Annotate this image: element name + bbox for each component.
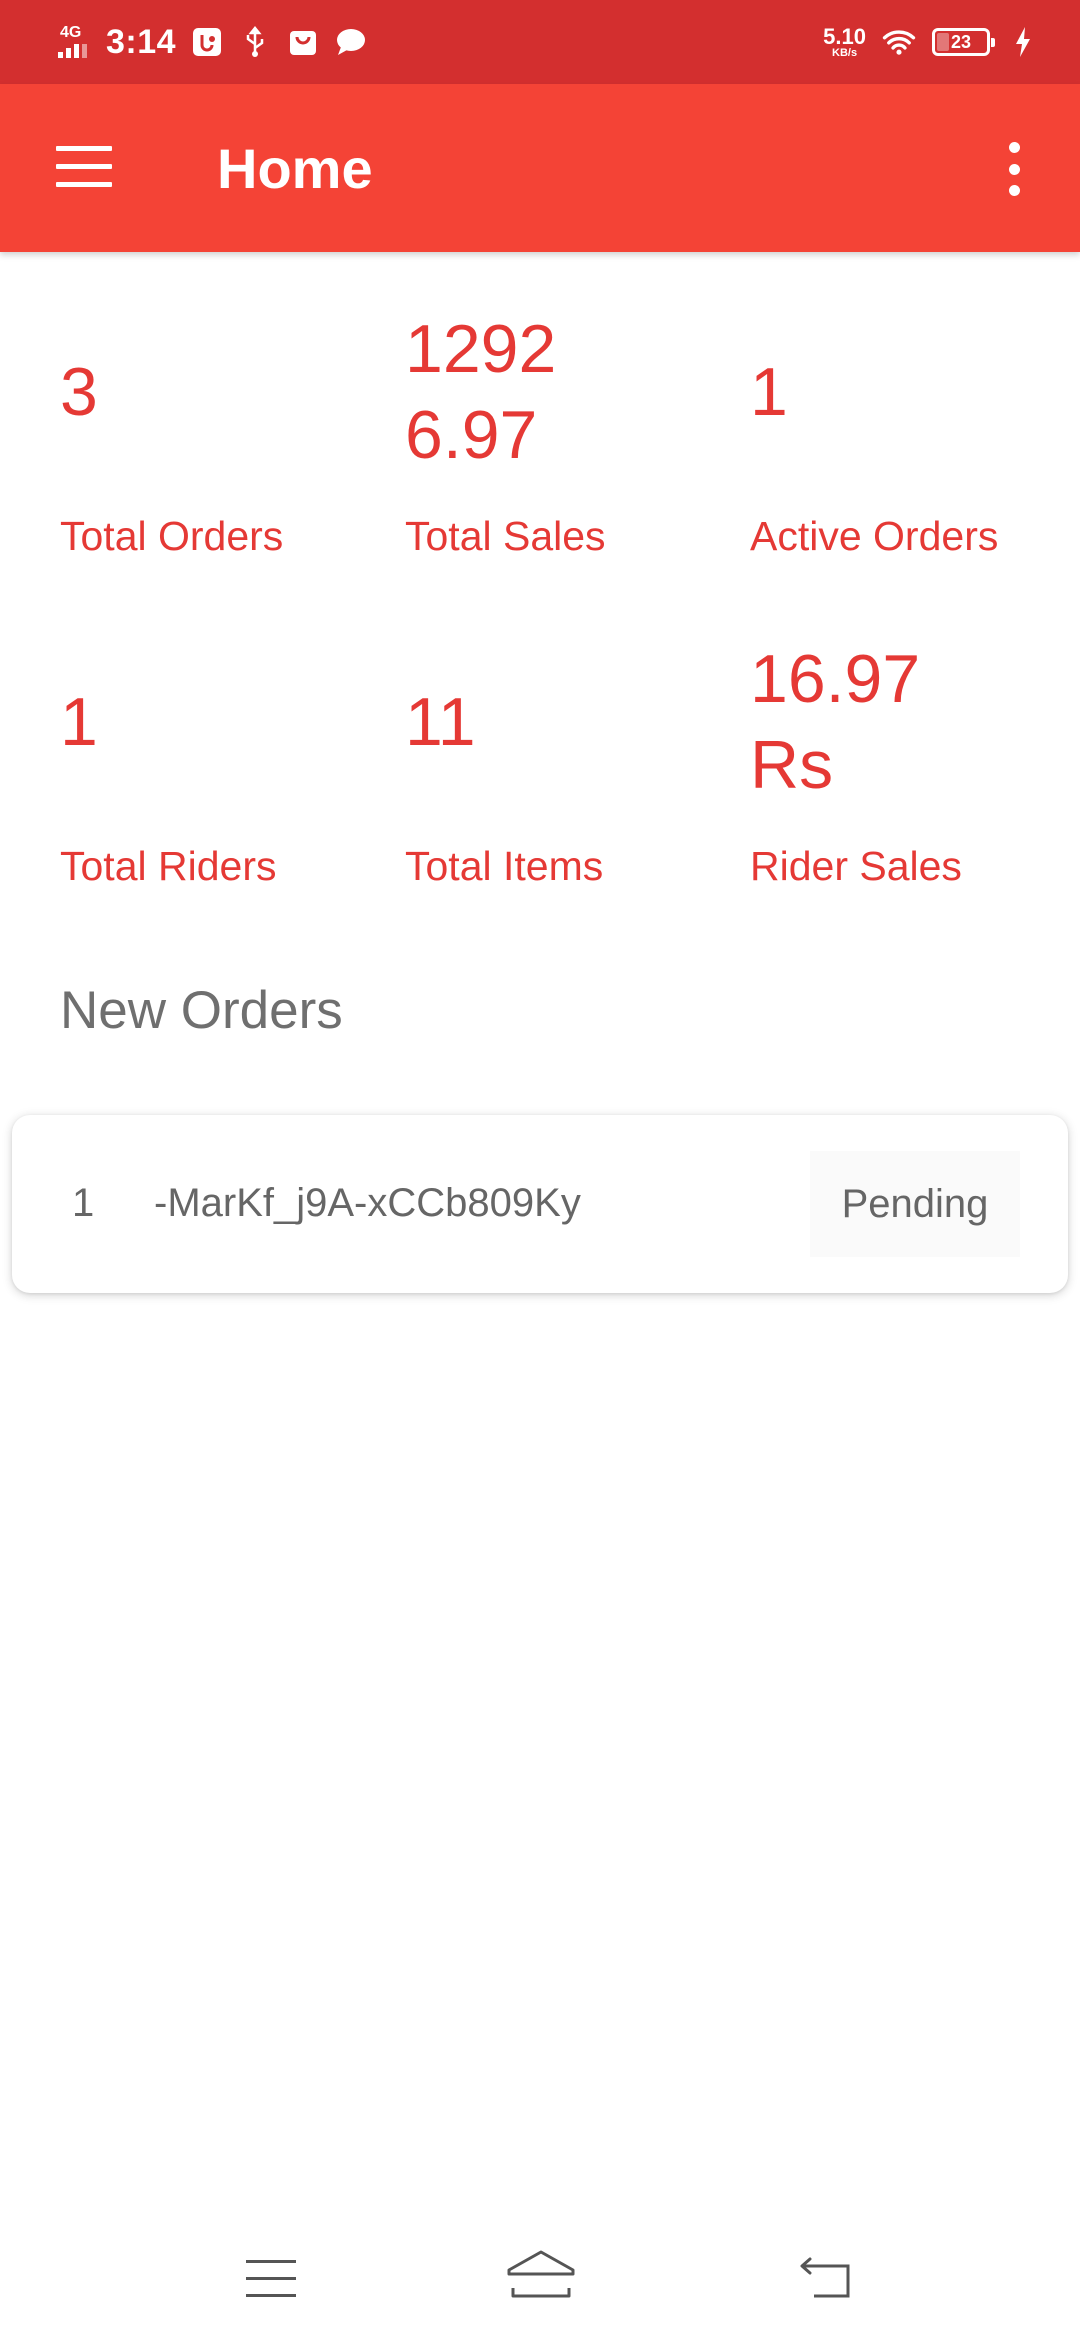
stat-value: 3	[60, 354, 98, 430]
battery-level: 23	[950, 31, 972, 52]
new-orders-heading: New Orders	[60, 981, 343, 1040]
stat-rider-sales: 16.97 Rs Rider Sales	[750, 636, 1070, 889]
stat-total-items: 11 Total Items	[405, 679, 725, 889]
speed-value: 5.10	[823, 23, 866, 49]
stat-total-sales: 1292 6.97 Total Sales	[405, 306, 725, 559]
more-options-icon[interactable]	[1004, 142, 1024, 196]
system-navigation-bar	[0, 2220, 1080, 2340]
usb-debug-icon	[190, 25, 224, 59]
charging-bolt-icon	[1006, 25, 1040, 59]
stat-value: 16.97 Rs	[750, 641, 921, 803]
status-right: 5.10 KB/s 23	[823, 25, 1040, 59]
stat-total-orders: 3 Total Orders	[60, 349, 380, 559]
hamburger-menu-icon[interactable]	[56, 146, 112, 188]
status-bar: 4G 3:14 5.10 KB/s 23	[0, 0, 1080, 84]
order-list-item[interactable]: 1 -MarKf_j9A-xCCb809Ky Pending	[12, 1115, 1068, 1293]
stat-label: Total Items	[405, 843, 604, 889]
home-icon[interactable]	[505, 2248, 577, 2306]
stat-value: 1	[750, 354, 788, 430]
wifi-icon	[882, 25, 916, 59]
stat-label: Total Orders	[60, 513, 284, 559]
stat-active-orders: 1 Active Orders	[750, 349, 1070, 559]
recent-apps-icon[interactable]	[246, 2260, 296, 2300]
cellular-signal-icon: 4G	[58, 24, 92, 60]
stat-value: 1292 6.97	[405, 311, 557, 473]
network-speed: 5.10 KB/s	[823, 23, 866, 59]
shopping-bag-icon	[286, 25, 320, 59]
stat-total-riders: 1 Total Riders	[60, 679, 380, 889]
app-bar: Home	[0, 84, 1080, 252]
stat-label: Active Orders	[750, 513, 999, 559]
order-status-button[interactable]: Pending	[810, 1151, 1020, 1257]
message-bubble-icon	[334, 25, 368, 59]
stat-value: 1	[60, 684, 98, 760]
speed-unit: KB/s	[832, 46, 858, 59]
page-title: Home	[217, 137, 373, 200]
status-left: 4G 3:14	[58, 23, 368, 62]
stat-label: Total Riders	[60, 843, 277, 889]
battery-icon: 23	[932, 28, 995, 56]
stat-label: Rider Sales	[750, 843, 962, 889]
back-icon[interactable]	[796, 2256, 854, 2304]
network-type-label: 4G	[60, 24, 82, 41]
stat-value: 11	[405, 684, 476, 760]
status-time: 3:14	[106, 22, 177, 61]
usb-icon	[238, 25, 272, 59]
order-id: -MarKf_j9A-xCCb809Ky	[154, 1181, 581, 1225]
app-screen: 4G 3:14 5.10 KB/s 23 Home 3 Total Orders…	[0, 0, 1080, 2340]
order-number: 1	[72, 1181, 95, 1225]
stat-label: Total Sales	[405, 513, 606, 559]
